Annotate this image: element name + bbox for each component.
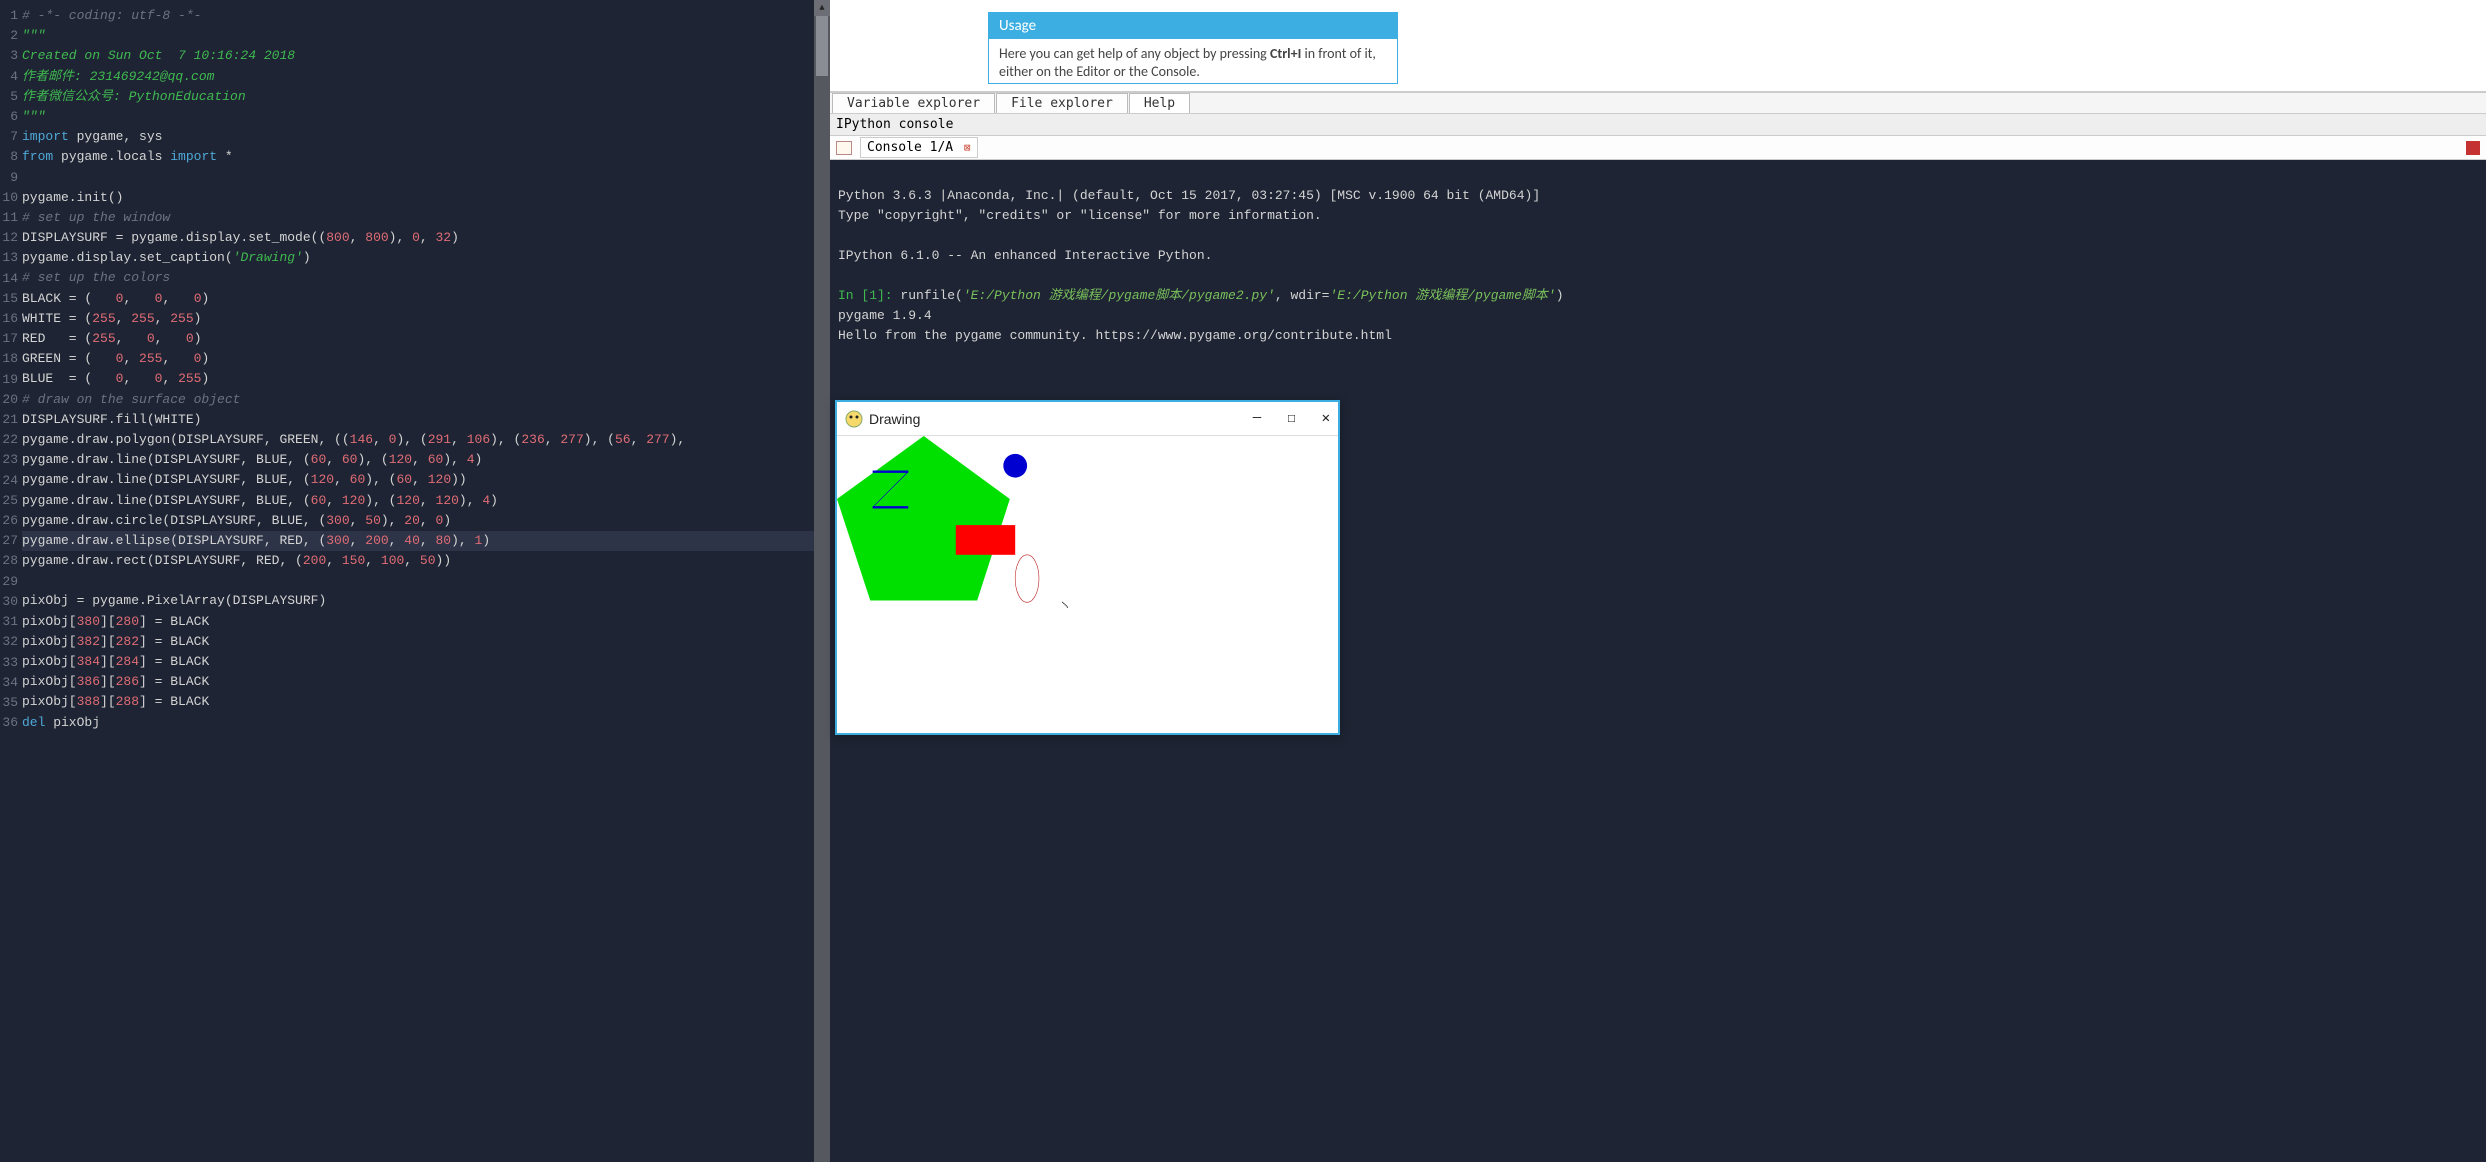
tab-variable-explorer[interactable]: Variable explorer: [832, 93, 995, 113]
code-line[interactable]: pygame.draw.rect(DISPLAYSURF, RED, (200,…: [22, 551, 830, 571]
console-out2: Hello from the pygame community. https:/…: [838, 328, 1392, 343]
line-number-gutter: 1234567891011121314151617181920212223242…: [0, 0, 20, 1162]
minimize-button[interactable]: —: [1253, 410, 1261, 427]
close-tab-icon[interactable]: ⊠: [964, 141, 971, 154]
console-cmd-suffix: ): [1556, 288, 1564, 303]
code-line[interactable]: WHITE = (255, 255, 255): [22, 309, 830, 329]
console-arg1: 'E:/Python 游戏编程/pygame脚本/pygame2.py': [963, 288, 1275, 303]
code-line[interactable]: RED = (255, 0, 0): [22, 329, 830, 349]
console-banner3: IPython 6.1.0 -- An enhanced Interactive…: [838, 248, 1212, 263]
code-line[interactable]: # set up the window: [22, 208, 830, 228]
code-line[interactable]: DISPLAYSURF.fill(WHITE): [22, 410, 830, 430]
code-line[interactable]: pygame.display.set_caption('Drawing'): [22, 248, 830, 268]
code-line[interactable]: BLUE = ( 0, 0, 255): [22, 369, 830, 389]
console-title: IPython console: [830, 114, 2486, 136]
code-line[interactable]: pygame.draw.line(DISPLAYSURF, BLUE, (120…: [22, 470, 830, 490]
code-line[interactable]: [22, 168, 830, 188]
code-line[interactable]: # set up the colors: [22, 268, 830, 288]
code-line[interactable]: pygame.draw.line(DISPLAYSURF, BLUE, (60,…: [22, 450, 830, 470]
code-line[interactable]: pixObj[384][284] = BLACK: [22, 652, 830, 672]
console-arg2: 'E:/Python 游戏编程/pygame脚本': [1329, 288, 1555, 303]
stop-kernel-button[interactable]: [2466, 141, 2480, 155]
console-cmd-prefix: runfile(: [893, 288, 963, 303]
window-titlebar[interactable]: Drawing — ☐ ✕: [837, 402, 1338, 436]
help-panel: Usage Here you can get help of any objec…: [830, 0, 2486, 92]
code-line[interactable]: [22, 571, 830, 591]
console-out1: pygame 1.9.4: [838, 308, 932, 323]
code-line[interactable]: # -*- coding: utf-8 -*-: [22, 6, 830, 26]
console-banner1: Python 3.6.3 |Anaconda, Inc.| (default, …: [838, 188, 1540, 203]
code-line[interactable]: DISPLAYSURF = pygame.display.set_mode((8…: [22, 228, 830, 248]
code-line[interactable]: pygame.draw.line(DISPLAYSURF, BLUE, (60,…: [22, 491, 830, 511]
code-line[interactable]: BLACK = ( 0, 0, 0): [22, 289, 830, 309]
code-line[interactable]: del pixObj: [22, 713, 830, 733]
code-line[interactable]: pygame.draw.circle(DISPLAYSURF, BLUE, (3…: [22, 511, 830, 531]
window-controls: — ☐ ✕: [1253, 410, 1330, 427]
code-line[interactable]: pygame.init(): [22, 188, 830, 208]
usage-shortcut: Ctrl+I: [1270, 45, 1301, 62]
folder-icon[interactable]: [836, 141, 852, 155]
code-line[interactable]: pixObj[388][288] = BLACK: [22, 692, 830, 712]
code-editor-pane: 1234567891011121314151617181920212223242…: [0, 0, 830, 1162]
pygame-drawing-window[interactable]: Drawing — ☐ ✕: [835, 400, 1340, 735]
usage-header: Usage: [989, 13, 1397, 39]
code-line[interactable]: 作者邮件: 231469242@qq.com: [22, 67, 830, 87]
code-line[interactable]: pixObj[382][282] = BLACK: [22, 632, 830, 652]
console-cmd-mid: , wdir=: [1275, 288, 1330, 303]
code-line[interactable]: import pygame, sys: [22, 127, 830, 147]
code-line[interactable]: 作者微信公众号: PythonEducation: [22, 87, 830, 107]
window-title: Drawing: [869, 411, 920, 427]
code-line[interactable]: pixObj[386][286] = BLACK: [22, 672, 830, 692]
usage-box: Usage Here you can get help of any objec…: [988, 12, 1398, 84]
scroll-up-icon[interactable]: ▲: [814, 0, 830, 16]
console-prompt: In [1]:: [838, 288, 893, 303]
code-line[interactable]: pygame.draw.polygon(DISPLAYSURF, GREEN, …: [22, 430, 830, 450]
code-line[interactable]: """: [22, 107, 830, 127]
code-area[interactable]: # -*- coding: utf-8 -*-"""Created on Sun…: [20, 0, 830, 1162]
code-line[interactable]: pixObj[380][280] = BLACK: [22, 612, 830, 632]
drawing-canvas: [837, 436, 1337, 733]
console-banner2: Type "copyright", "credits" or "license"…: [838, 208, 1322, 223]
panel-tabs: Variable explorer File explorer Help: [830, 92, 2486, 114]
code-line[interactable]: """: [22, 26, 830, 46]
code-line[interactable]: pygame.draw.ellipse(DISPLAYSURF, RED, (3…: [22, 531, 830, 551]
tab-file-explorer[interactable]: File explorer: [996, 93, 1128, 113]
scrollbar-thumb[interactable]: [816, 16, 828, 76]
code-line[interactable]: GREEN = ( 0, 255, 0): [22, 349, 830, 369]
maximize-button[interactable]: ☐: [1287, 410, 1295, 427]
usage-body: Here you can get help of any object by p…: [989, 39, 1397, 83]
close-button[interactable]: ✕: [1322, 410, 1330, 427]
usage-text-prefix: Here you can get help of any object by p…: [999, 45, 1270, 62]
console-tabs-row: Console 1/A ⊠: [830, 136, 2486, 160]
code-line[interactable]: from pygame.locals import *: [22, 147, 830, 167]
code-line[interactable]: pixObj = pygame.PixelArray(DISPLAYSURF): [22, 591, 830, 611]
editor-scrollbar[interactable]: ▲: [814, 0, 830, 1162]
code-line[interactable]: # draw on the surface object: [22, 390, 830, 410]
tab-help[interactable]: Help: [1129, 93, 1190, 113]
code-line[interactable]: Created on Sun Oct 7 10:16:24 2018: [22, 46, 830, 66]
console-tab[interactable]: Console 1/A ⊠: [860, 137, 978, 158]
console-tab-label: Console 1/A: [867, 140, 953, 155]
pygame-icon: [845, 410, 863, 428]
